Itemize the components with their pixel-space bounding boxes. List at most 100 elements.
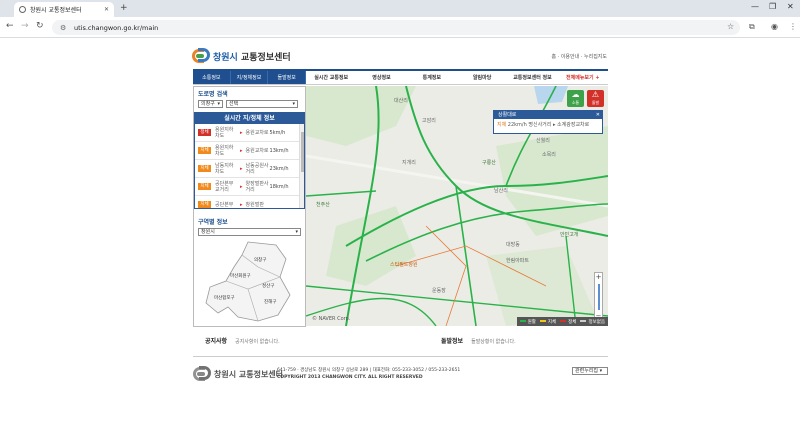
popup-title: 상활대로 — [498, 112, 517, 118]
legend-item: 원활 — [519, 319, 536, 325]
incident-section: 돌발정보 돌발상황이 없습니다. — [441, 336, 516, 345]
map-label: 스타필드창원 — [390, 261, 418, 268]
notice-text: 공지사항이 없습니다. — [235, 339, 280, 345]
subtab-incident[interactable]: 돌발정보 — [268, 71, 307, 84]
row-to: 양장벌판사거리 — [245, 180, 269, 193]
arrow-icon: ▸ — [240, 165, 243, 172]
site-info-icon[interactable]: ⚙ — [60, 24, 68, 32]
browser-tab[interactable]: 창원시 교통정보센터 ✕ — [14, 2, 114, 17]
reload-icon[interactable]: ↻ — [36, 21, 44, 31]
realtime-list[interactable]: 정체 용원지하차도 ▸ 용원교차로 5km/h 지체 용원지하차도 ▸ 용원교차로 13km/h 지… — [195, 124, 304, 208]
weather-button[interactable]: ☁ 소통 — [567, 90, 584, 107]
row-speed: 13km/h — [269, 147, 289, 154]
status-badge: 지체 — [198, 147, 211, 154]
zone-select[interactable]: 창원시 ▾ — [198, 228, 301, 236]
zone-label: 성산구 — [262, 282, 274, 289]
nav-video[interactable]: 영상정보 — [356, 71, 406, 84]
road-select[interactable]: 선택 ▾ — [226, 100, 298, 108]
row-from: 공단본부교거리 — [215, 180, 234, 193]
close-window-icon[interactable]: ✕ — [787, 2, 794, 11]
nav-notice[interactable]: 알림마당 — [457, 71, 507, 84]
legend-item: 정보없음 — [580, 319, 605, 325]
nav-all-menu[interactable]: 전체메뉴보기 + — [558, 71, 608, 84]
incident-button[interactable]: ⚠ 돌발 — [587, 90, 604, 107]
row-from: 용원지하차도 — [215, 126, 234, 139]
realtime-row[interactable]: 지체 용원지하차도 ▸ 용원교차로 13km/h — [195, 142, 304, 160]
arrow-icon: ▸ — [240, 129, 243, 136]
popup-text: 22km/h 명신사거리 ▸ 소계광장교차로 — [507, 122, 590, 128]
bookmark-star-icon[interactable]: ☆ — [727, 22, 734, 31]
nav-center-info[interactable]: 교통정보센터 정보 — [507, 71, 557, 84]
forward-icon[interactable]: → — [21, 21, 29, 31]
list-scrollbar[interactable] — [299, 124, 304, 208]
zone-label: 진해구 — [264, 298, 276, 305]
legend-item: 지체 — [539, 319, 556, 325]
footer: 창원시 교통정보센터 641-759 · 경상남도 창원시 의창구 상남로 28… — [193, 363, 608, 388]
map-label: 신월리 — [536, 137, 550, 144]
popup-status: 지체 — [497, 122, 507, 128]
new-tab-icon[interactable]: + — [120, 3, 128, 13]
maximize-icon[interactable]: ❐ — [769, 2, 776, 11]
address-bar[interactable]: ⚙ utis.changwon.go.kr/main — [52, 20, 740, 35]
status-badge: 지체 — [198, 201, 211, 208]
zone-map[interactable]: 의창구 마산회원구 성산구 마산합포구 진해구 — [198, 237, 302, 325]
subtab-congestion[interactable]: 지/정체정보 — [231, 71, 269, 84]
row-to: 용원교차로 — [245, 147, 269, 154]
incident-title[interactable]: 돌발정보 — [441, 338, 463, 345]
menu-icon[interactable]: ⋮ — [789, 22, 797, 31]
nav-stats[interactable]: 통계정보 — [407, 71, 457, 84]
realtime-row[interactable]: 지체 남동지하차도 ▸ 남동공원사거리 23km/h — [195, 160, 304, 178]
row-to: 창원벌판 — [245, 201, 264, 208]
realtime-box: 실시간 지/정체 정보 정체 용원지하차도 ▸ 용원교차로 5km/h 지체 용원지하차도 ▸… — [194, 112, 305, 209]
status-badge: 지체 — [198, 165, 211, 172]
city-logo-icon — [193, 365, 211, 383]
tab-title: 창원시 교통정보센터 — [30, 7, 82, 14]
browser-tabstrip: 창원시 교통정보센터 ✕ + — ❐ ✕ — [0, 0, 800, 17]
realtime-row[interactable]: 정체 용원지하차도 ▸ 용원교차로 5km/h — [195, 124, 304, 142]
zone-label: 마산합포구 — [214, 294, 235, 301]
map-label: 한림아파트 — [506, 257, 529, 264]
related-sites-select[interactable]: 관련누리집 ▾ — [572, 367, 608, 375]
road-info-popup[interactable]: 상활대로 ✕ 지체 22km/h 명신사거리 ▸ 소계광장교차로 — [493, 110, 603, 134]
url-text: utis.changwon.go.kr/main — [74, 23, 159, 32]
page: 창원시 교통정보센터 홈 · 이용안내 · 누리집지도 소통정보 지/정체정보 … — [0, 38, 800, 430]
arrow-icon: ▸ — [240, 201, 243, 208]
traffic-map[interactable]: 대산리 고암리 지개리 남산리 구룡산 천주산 소목리 신월리 대방동 한림아파… — [306, 86, 608, 326]
popup-close-icon[interactable]: ✕ — [596, 111, 600, 119]
row-to: 남동공원사거리 — [245, 162, 269, 175]
row-speed: 23km/h — [269, 165, 289, 172]
row-from: 용원지하차도 — [215, 144, 234, 157]
map-label: 안민고개 — [560, 231, 579, 238]
map-label: 대방동 — [506, 241, 520, 248]
realtime-row[interactable]: 지체 공단본부 ▸ 창원벌판 — [195, 196, 304, 208]
globe-icon — [19, 6, 26, 13]
map-label: 소목리 — [542, 151, 556, 158]
map-label: 지개리 — [402, 159, 416, 166]
site-logo[interactable]: 창원시 교통정보센터 — [192, 47, 291, 65]
district-select[interactable]: 의창구 ▾ — [198, 100, 223, 108]
city-logo-icon — [192, 47, 210, 65]
left-panel: 도로명 검색 의창구 ▾ 선택 ▾ 실시간 지/정체 정보 정체 용원지하차도 ▸ 용원교… — [193, 86, 306, 327]
footer-logo: 창원시 교통정보센터 — [193, 365, 283, 383]
minimize-icon[interactable]: — — [751, 2, 759, 11]
row-speed: 5km/h — [269, 129, 286, 136]
map-label: 고암리 — [422, 117, 436, 124]
logo-subtitle: 교통정보센터 — [240, 52, 291, 63]
extensions-icon[interactable]: ⧉ — [749, 22, 755, 32]
road-search-title: 도로명 검색 — [198, 91, 228, 98]
zoom-control[interactable]: + − — [594, 272, 603, 322]
nav-realtime[interactable]: 실시간 교통정보 — [306, 71, 356, 84]
back-icon[interactable]: ← — [6, 21, 14, 31]
map-label: 천주산 — [316, 201, 330, 208]
top-links[interactable]: 홈 · 이용안내 · 누리집지도 — [551, 53, 607, 60]
notice-title[interactable]: 공지사항 — [205, 338, 227, 345]
status-badge: 지체 — [198, 183, 211, 190]
footer-divider — [193, 356, 608, 357]
profile-icon[interactable]: ◉ — [771, 22, 778, 31]
legend-item: 정체 — [560, 319, 576, 325]
subtab-traffic[interactable]: 소통정보 — [193, 71, 231, 84]
zoom-in-icon[interactable]: + — [595, 273, 602, 282]
close-tab-icon[interactable]: ✕ — [104, 6, 109, 13]
realtime-row[interactable]: 지체 공단본부교거리 ▸ 양장벌판사거리 18km/h — [195, 178, 304, 196]
zone-label: 마산회원구 — [230, 272, 251, 279]
